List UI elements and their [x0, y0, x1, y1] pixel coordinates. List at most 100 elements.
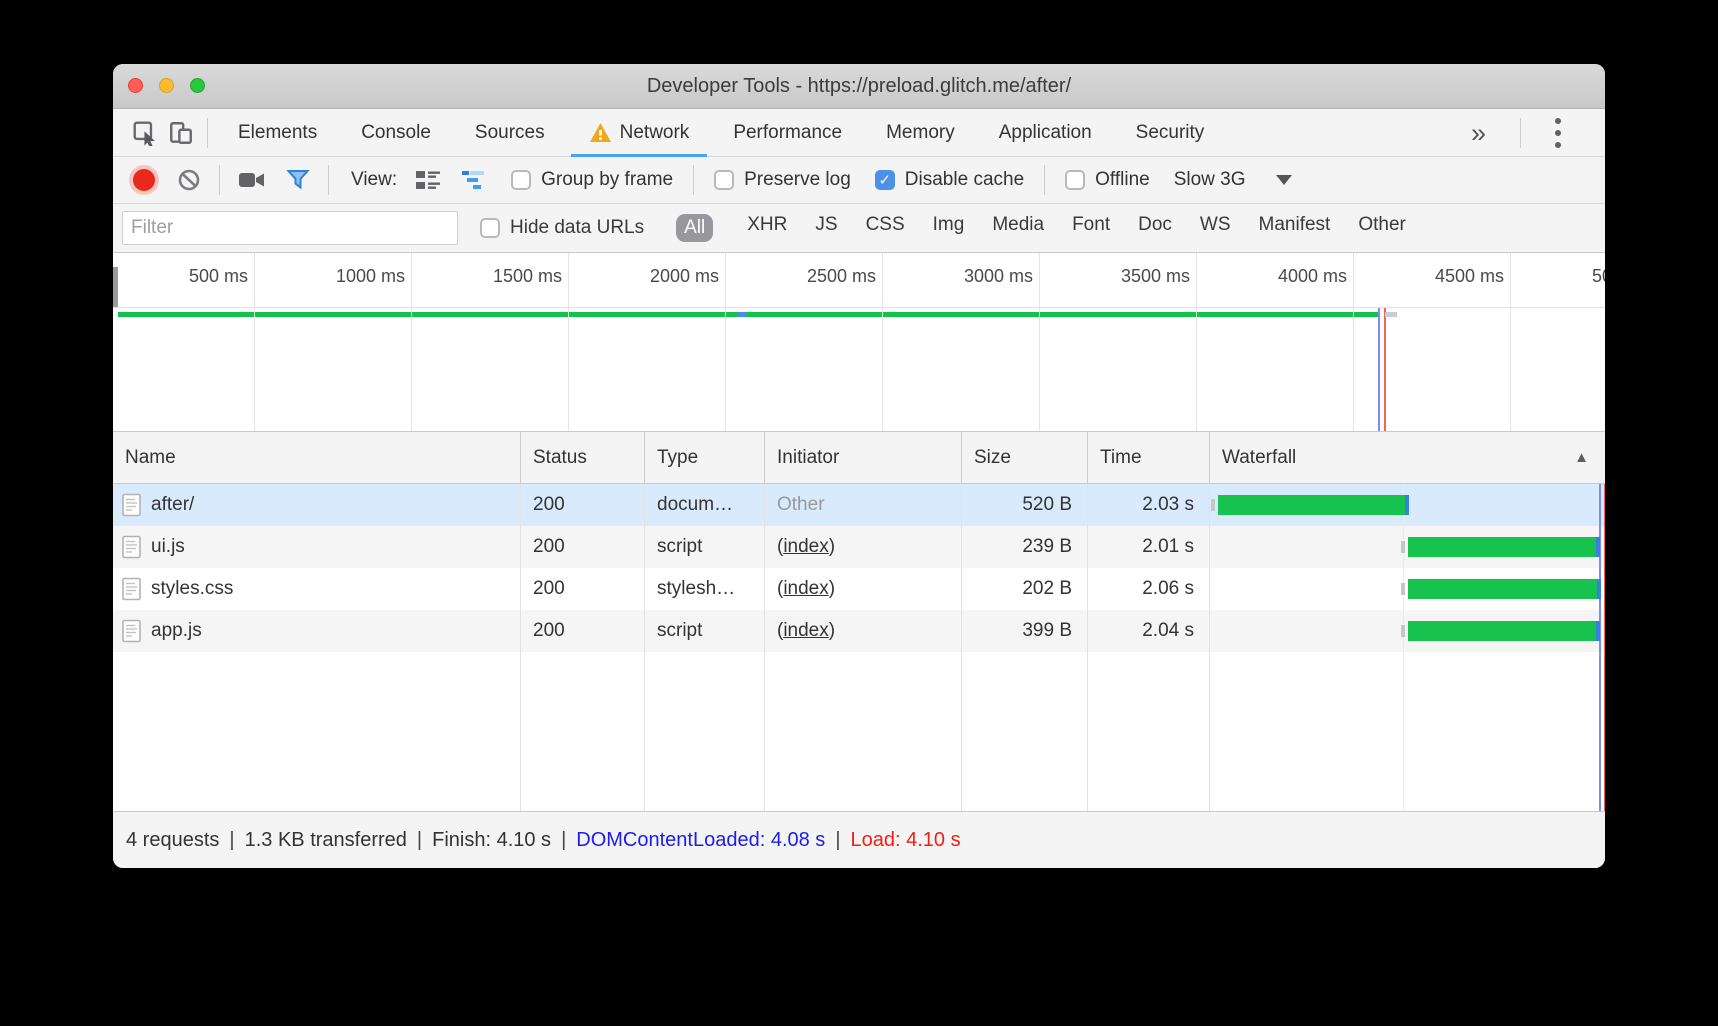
summary-item: 4 requests [126, 829, 219, 852]
filter-chip-doc[interactable]: Doc [1138, 214, 1172, 242]
view-label: View: [351, 169, 397, 191]
table-row[interactable]: ui.js200script(index)239 B2.01 s [113, 526, 1605, 568]
column-header-initiator[interactable]: Initiator [765, 432, 962, 484]
tab-label: Application [999, 122, 1092, 144]
waterfall-gridline [1403, 484, 1404, 811]
column-header-size[interactable]: Size [962, 432, 1088, 484]
sort-ascending-icon: ▲ [1574, 432, 1589, 484]
document-icon [122, 577, 141, 601]
table-row[interactable]: after/200docum…Other520 B2.03 s [113, 484, 1605, 526]
tab-application[interactable]: Application [977, 109, 1114, 157]
filter-chip-js[interactable]: JS [815, 214, 837, 242]
filter-chip-img[interactable]: Img [933, 214, 965, 242]
device-toolbar-icon[interactable] [163, 115, 199, 151]
main-menu-icon[interactable] [1529, 118, 1587, 148]
overview-tail-segment [1385, 312, 1397, 317]
filter-bar: Hide data URLs All XHR JS CSS Img Media Font Do… [113, 204, 1605, 253]
offline-checkbox[interactable]: Offline [1065, 169, 1150, 191]
chevron-down-icon [1276, 175, 1292, 185]
network-toolbar: View: Group by frame [113, 157, 1605, 204]
status-cell: 200 [521, 568, 645, 610]
filter-input[interactable] [122, 211, 458, 245]
zoom-button[interactable] [190, 78, 205, 93]
tab-network[interactable]: Network [567, 109, 712, 157]
summary-separator: | [561, 829, 566, 852]
filter-icon[interactable] [286, 168, 310, 192]
filter-chip-all[interactable]: All [676, 214, 713, 242]
tab-console[interactable]: Console [339, 109, 453, 157]
record-button[interactable] [133, 169, 155, 191]
name-cell: app.js [113, 610, 521, 652]
waterfall-bar[interactable] [1408, 579, 1601, 599]
tab-memory[interactable]: Memory [864, 109, 977, 157]
table-row[interactable]: app.js200script(index)399 B2.04 s [113, 610, 1605, 652]
capture-screenshots-icon[interactable] [238, 170, 266, 190]
summary-separator: | [229, 829, 234, 852]
waterfall-queue-tick [1401, 583, 1405, 595]
waterfall-queue-tick [1401, 625, 1405, 637]
document-icon [122, 619, 141, 643]
checkbox[interactable] [480, 218, 500, 238]
tab-label: Elements [238, 122, 317, 144]
minimize-button[interactable] [159, 78, 174, 93]
large-rows-icon[interactable] [415, 169, 441, 191]
status-cell: 200 [521, 484, 645, 526]
tab-performance[interactable]: Performance [711, 109, 864, 157]
filter-chip-ws[interactable]: WS [1200, 214, 1231, 242]
filter-chip-other[interactable]: Other [1358, 214, 1406, 242]
tab-security[interactable]: Security [1114, 109, 1227, 157]
overview-load-line [118, 312, 1378, 317]
column-header-waterfall[interactable]: Waterfall▲ [1210, 432, 1605, 484]
waterfall-bar[interactable] [1408, 621, 1600, 641]
filter-chip-media[interactable]: Media [992, 214, 1044, 242]
checkbox[interactable] [875, 170, 895, 190]
time-cell: 2.03 s [1088, 484, 1210, 526]
devtools-window: Developer Tools - https://preload.glitch… [113, 64, 1605, 868]
requests-table-body: after/200docum…Other520 B2.03 sui.js200s… [113, 484, 1605, 811]
divider [207, 118, 208, 148]
checkbox[interactable] [714, 170, 734, 190]
close-button[interactable] [128, 78, 143, 93]
column-header-name[interactable]: Name [113, 432, 521, 484]
tab-label: Sources [475, 122, 545, 144]
hide-data-urls-checkbox[interactable]: Hide data URLs [480, 217, 644, 239]
name-cell: ui.js [113, 526, 521, 568]
filter-chip-font[interactable]: Font [1072, 214, 1110, 242]
checkbox[interactable] [511, 170, 531, 190]
overview-marker-segment [738, 312, 746, 317]
tab-label: Memory [886, 122, 955, 144]
tab-elements[interactable]: Elements [216, 109, 339, 157]
waterfall-bar[interactable] [1218, 495, 1409, 515]
divider [1044, 165, 1045, 195]
throttling-select[interactable]: Slow 3G [1174, 169, 1292, 191]
checkbox[interactable] [1065, 170, 1085, 190]
network-overview[interactable]: 500 ms1000 ms1500 ms2000 ms2500 ms3000 m… [113, 253, 1605, 432]
filter-chip-xhr[interactable]: XHR [747, 214, 787, 242]
initiator-cell[interactable]: (index) [765, 610, 962, 652]
timeline-tick-label: 5000 ms [1461, 266, 1605, 287]
filter-chip-css[interactable]: CSS [866, 214, 905, 242]
request-name: after/ [151, 484, 194, 526]
group-by-frame-checkbox[interactable]: Group by frame [511, 169, 673, 191]
column-header-type[interactable]: Type [645, 432, 765, 484]
summary-separator: | [417, 829, 422, 852]
initiator-cell[interactable]: (index) [765, 526, 962, 568]
desktop: { "window": { "title": "Developer Tools … [0, 0, 1718, 1026]
filter-chip-manifest[interactable]: Manifest [1259, 214, 1331, 242]
column-header-status[interactable]: Status [521, 432, 645, 484]
waterfall-bar[interactable] [1408, 537, 1600, 557]
column-header-time[interactable]: Time [1088, 432, 1210, 484]
tab-label: Security [1136, 122, 1205, 144]
table-row[interactable]: styles.css200stylesh…(index)202 B2.06 s [113, 568, 1605, 610]
show-overview-icon[interactable] [461, 169, 489, 191]
summary-item: 1.3 KB transferred [245, 829, 407, 852]
disable-cache-checkbox[interactable]: Disable cache [875, 169, 1024, 191]
more-tabs-button[interactable]: » [1445, 111, 1512, 155]
preserve-log-checkbox[interactable]: Preserve log [714, 169, 851, 191]
initiator-cell[interactable]: (index) [765, 568, 962, 610]
tab-label: Performance [733, 122, 842, 144]
resource-type-filters: All XHR JS CSS Img Media Font Doc WS Manifest Othe… [670, 214, 1406, 242]
inspect-element-icon[interactable] [127, 115, 163, 151]
clear-icon[interactable] [177, 168, 201, 192]
tab-sources[interactable]: Sources [453, 109, 567, 157]
